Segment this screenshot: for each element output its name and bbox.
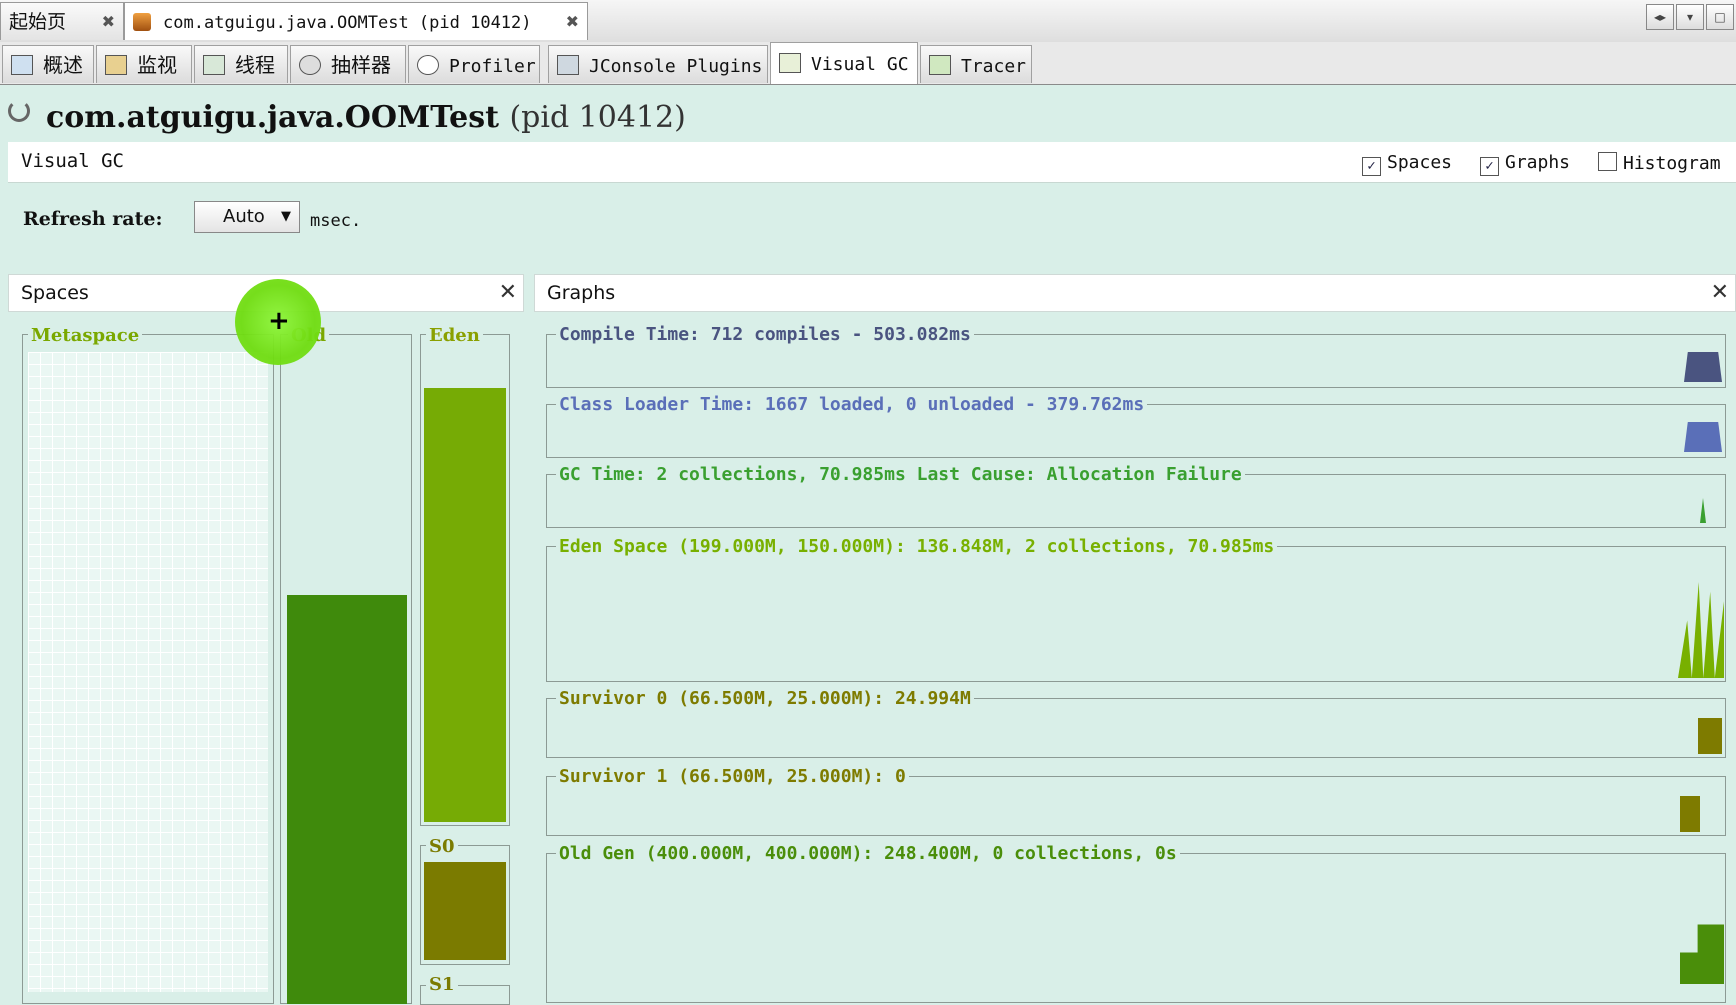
refresh-rate-select[interactable]: Auto ▼: [194, 201, 300, 233]
tab-label: Visual GC: [811, 54, 909, 75]
checkbox-label: Graphs: [1505, 152, 1571, 173]
loading-spinner-icon: [8, 100, 30, 122]
app-name: com.atguigu.java.OOMTest: [46, 100, 499, 135]
tab-label: Profiler: [449, 56, 536, 77]
tab-label: JConsole Plugins: [589, 56, 763, 77]
tab-label: 抽样器: [331, 53, 391, 77]
gc-time-label: GC Time: 2 collections, 70.985ms Last Ca…: [556, 464, 1245, 485]
tab-start-page-label: 起始页: [9, 11, 67, 33]
survivor0-spark: [1698, 718, 1722, 754]
tab-label: 概述: [43, 53, 83, 77]
tab-label: 线程: [235, 53, 275, 77]
sampler-icon: [299, 55, 321, 75]
tab-threads[interactable]: 线程: [194, 45, 288, 83]
maximize-icon[interactable]: □: [1706, 4, 1734, 30]
checkbox-label: Histogram: [1623, 153, 1721, 174]
app-pid: (pid 10412): [509, 100, 686, 135]
graphs-panel-header: Graphs ✕: [534, 274, 1736, 312]
document-tab-bar: 起始页 ✖ com.atguigu.java.OOMTest (pid 1041…: [0, 0, 1736, 43]
checkbox-label: Spaces: [1387, 152, 1453, 173]
refresh-rate-value: Auto: [223, 206, 265, 227]
page-title: com.atguigu.java.OOMTest (pid 10412): [46, 100, 686, 135]
tab-label: 监视: [137, 53, 177, 77]
metaspace-label: Metaspace: [28, 325, 143, 346]
eden-space-label: Eden Space (199.000M, 150.000M): 136.848…: [556, 536, 1278, 557]
survivor1-label: Survivor 1 (66.500M, 25.000M): 0: [556, 766, 909, 787]
tab-overview[interactable]: 概述: [2, 45, 94, 83]
s0-fill-bar: [424, 862, 506, 960]
tab-visual-gc[interactable]: Visual GC: [770, 42, 918, 84]
tab-label: Tracer: [961, 56, 1027, 77]
close-icon[interactable]: ✖: [566, 3, 579, 41]
close-icon[interactable]: ✖: [102, 3, 115, 41]
compile-time-label: Compile Time: 712 compiles - 503.082ms: [556, 324, 974, 345]
tab-start-page[interactable]: 起始页 ✖: [0, 2, 124, 40]
scroll-tabs-icon[interactable]: ◂▸: [1646, 4, 1674, 30]
tracer-icon: [929, 55, 951, 75]
spaces-panel-title: Spaces: [21, 282, 89, 304]
tab-oomtest-label: com.atguigu.java.OOMTest (pid 10412): [163, 13, 532, 33]
old-gen-graph: [546, 853, 1726, 1003]
window-controls: ◂▸ ▾ □: [1644, 4, 1734, 30]
checkbox-checked-icon: ✓: [1480, 157, 1499, 176]
class-loader-spark: [1684, 422, 1722, 452]
eden-space-graph: [546, 546, 1726, 682]
tab-jconsole-plugins[interactable]: JConsole Plugins: [548, 45, 768, 83]
old-fill-bar: [287, 595, 407, 1004]
graphs-panel-title: Graphs: [547, 282, 616, 304]
profiler-clock-icon: [417, 55, 439, 75]
close-icon[interactable]: ✕: [499, 275, 517, 311]
overview-icon: [11, 55, 33, 75]
tab-sampler[interactable]: 抽样器: [290, 45, 406, 83]
metaspace-grid: [28, 352, 268, 992]
graphs-checkbox[interactable]: ✓ Graphs: [1480, 152, 1570, 176]
tab-profiler[interactable]: Profiler: [408, 45, 540, 83]
histogram-checkbox[interactable]: Histogram: [1598, 152, 1721, 174]
threads-icon: [203, 55, 225, 75]
jconsole-icon: [557, 55, 579, 75]
visual-gc-icon: [779, 53, 801, 73]
tab-monitor[interactable]: 监视: [96, 45, 192, 83]
visual-gc-header: Visual GC ✓ Spaces ✓ Graphs Histogram: [8, 142, 1736, 183]
refresh-rate-label: Refresh rate:: [23, 208, 163, 230]
tab-oomtest[interactable]: com.atguigu.java.OOMTest (pid 10412) ✖: [124, 2, 588, 40]
eden-label: Eden: [426, 325, 483, 346]
checkbox-checked-icon: ✓: [1362, 157, 1381, 176]
s1-label: S1: [426, 974, 458, 995]
checkbox-unchecked-icon: [1598, 152, 1617, 171]
close-icon[interactable]: ✕: [1711, 275, 1729, 311]
class-loader-label: Class Loader Time: 1667 loaded, 0 unload…: [556, 394, 1148, 415]
compile-time-spark: [1684, 352, 1722, 382]
refresh-rate-unit: msec.: [310, 211, 362, 231]
crosshair-cursor-icon: +: [268, 306, 290, 336]
eden-fill-bar: [424, 388, 506, 822]
tab-tracer[interactable]: Tracer: [920, 45, 1032, 83]
spaces-checkbox[interactable]: ✓ Spaces: [1362, 152, 1452, 176]
survivor0-label: Survivor 0 (66.500M, 25.000M): 24.994M: [556, 688, 974, 709]
dropdown-icon[interactable]: ▾: [1676, 4, 1704, 30]
old-gen-label: Old Gen (400.000M, 400.000M): 248.400M, …: [556, 843, 1180, 864]
s0-label: S0: [426, 836, 458, 857]
survivor1-spark: [1680, 796, 1700, 832]
monitor-icon: [105, 55, 127, 75]
tool-tab-bar: 概述 监视 线程 抽样器 Profiler JConsole Plugins V…: [0, 42, 1736, 85]
visual-gc-label: Visual GC: [21, 150, 124, 172]
chevron-down-icon: ▼: [281, 209, 291, 224]
java-cup-icon: [133, 13, 151, 31]
